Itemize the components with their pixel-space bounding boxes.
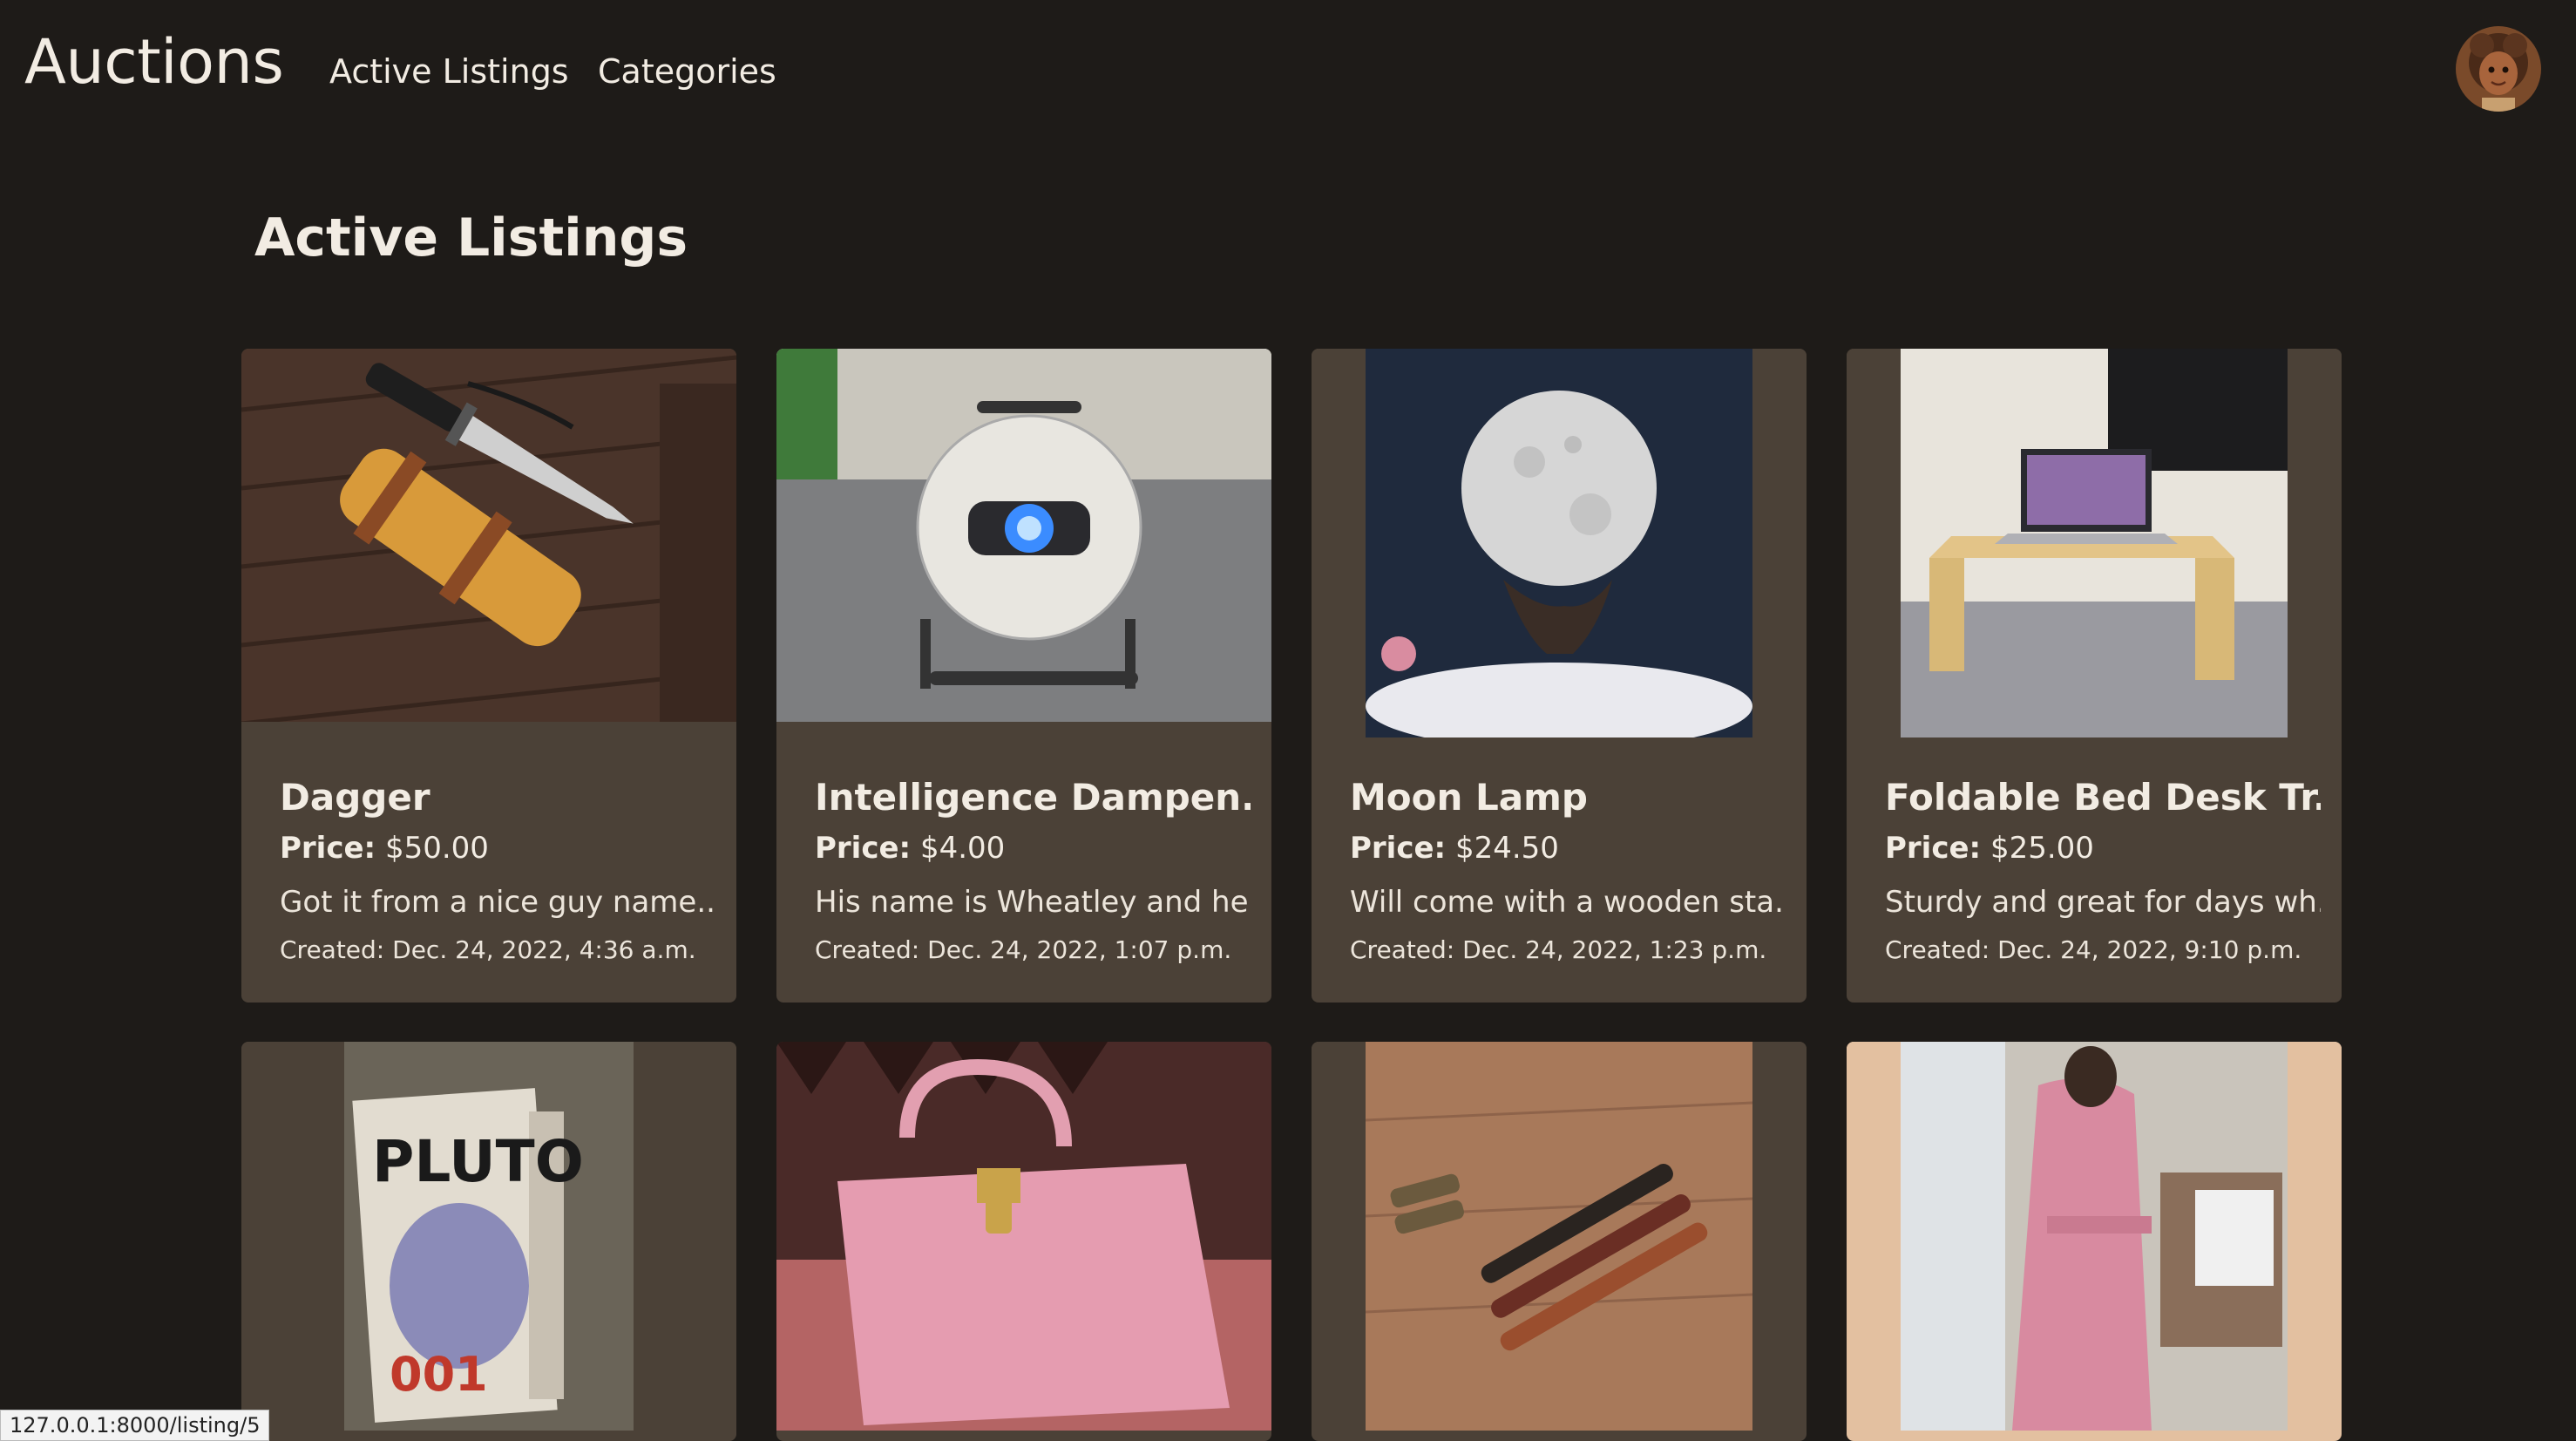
listing-title[interactable]: Foldable Bed Desk Tr... bbox=[1885, 776, 2321, 819]
listing-image bbox=[776, 349, 1271, 722]
listing-description: Got it from a nice guy name... bbox=[280, 885, 715, 920]
listing-card[interactable]: Foldable Bed Desk Tr... Price: $25.00 St… bbox=[1847, 349, 2342, 1003]
user-avatar[interactable] bbox=[2456, 26, 2541, 112]
navbar: Auctions Active Listings Categories bbox=[0, 0, 2576, 144]
listing-image bbox=[776, 1042, 1271, 1431]
listing-body: Foldable Bed Desk Tr... Price: $25.00 St… bbox=[1885, 776, 2321, 964]
listing-created: Created: Dec. 24, 2022, 1:23 p.m. bbox=[1350, 935, 1767, 964]
listing-title[interactable]: Dagger bbox=[280, 776, 715, 819]
listings-grid: Dagger Price: $50.00 Got it from a nice … bbox=[241, 349, 2342, 1441]
listing-image bbox=[1847, 349, 2342, 737]
listing-card[interactable] bbox=[1312, 1042, 1807, 1441]
price-value: $24.50 bbox=[1454, 831, 1559, 866]
price-value: $25.00 bbox=[1990, 831, 2094, 866]
status-bar-url: 127.0.0.1:8000/listing/5 bbox=[0, 1410, 270, 1441]
svg-text:001: 001 bbox=[390, 1347, 488, 1402]
listing-card[interactable]: PLUTO 001 bbox=[241, 1042, 736, 1441]
listing-body: Intelligence Dampen... Price: $4.00 His … bbox=[815, 776, 1251, 964]
listing-image bbox=[1312, 1042, 1807, 1431]
listing-card[interactable]: Intelligence Dampen... Price: $4.00 His … bbox=[776, 349, 1271, 1003]
svg-text:PLUTO: PLUTO bbox=[372, 1128, 584, 1195]
listing-title[interactable]: Intelligence Dampen... bbox=[815, 776, 1251, 819]
listing-description: Sturdy and great for days wh... bbox=[1885, 885, 2321, 920]
listing-price: Price: $25.00 bbox=[1885, 831, 2321, 866]
listing-title[interactable]: Moon Lamp bbox=[1350, 776, 1786, 819]
price-label: Price: bbox=[1350, 831, 1447, 866]
listing-body: Moon Lamp Price: $24.50 Will come with a… bbox=[1350, 776, 1786, 964]
listing-body: Dagger Price: $50.00 Got it from a nice … bbox=[280, 776, 715, 964]
listing-card[interactable] bbox=[1847, 1042, 2342, 1441]
price-label: Price: bbox=[815, 831, 912, 866]
listing-image bbox=[1847, 1042, 2342, 1431]
listing-card[interactable] bbox=[776, 1042, 1271, 1441]
brand-logo[interactable]: Auctions bbox=[24, 26, 284, 98]
price-label: Price: bbox=[1885, 831, 1982, 866]
price-value: $4.00 bbox=[919, 831, 1006, 866]
listing-description: Will come with a wooden sta... bbox=[1350, 885, 1786, 920]
listing-created: Created: Dec. 24, 2022, 1:07 p.m. bbox=[815, 935, 1232, 964]
listing-price: Price: $4.00 bbox=[815, 831, 1251, 866]
nav-active-listings[interactable]: Active Listings bbox=[329, 52, 569, 91]
listing-image bbox=[241, 349, 736, 722]
listing-card[interactable]: Dagger Price: $50.00 Got it from a nice … bbox=[241, 349, 736, 1003]
price-value: $50.00 bbox=[384, 831, 489, 866]
price-label: Price: bbox=[280, 831, 376, 866]
listing-card[interactable]: Moon Lamp Price: $24.50 Will come with a… bbox=[1312, 349, 1807, 1003]
listing-description: His name is Wheatley and he... bbox=[815, 885, 1251, 920]
listing-price: Price: $50.00 bbox=[280, 831, 715, 866]
listing-price: Price: $24.50 bbox=[1350, 831, 1786, 866]
page-title: Active Listings bbox=[254, 207, 688, 268]
avatar-icon bbox=[2456, 26, 2541, 112]
listing-created: Created: Dec. 24, 2022, 9:10 p.m. bbox=[1885, 935, 2302, 964]
listing-image: PLUTO 001 bbox=[241, 1042, 736, 1431]
listing-created: Created: Dec. 24, 2022, 4:36 a.m. bbox=[280, 935, 696, 964]
listing-image bbox=[1312, 349, 1807, 737]
nav-categories[interactable]: Categories bbox=[598, 52, 776, 91]
